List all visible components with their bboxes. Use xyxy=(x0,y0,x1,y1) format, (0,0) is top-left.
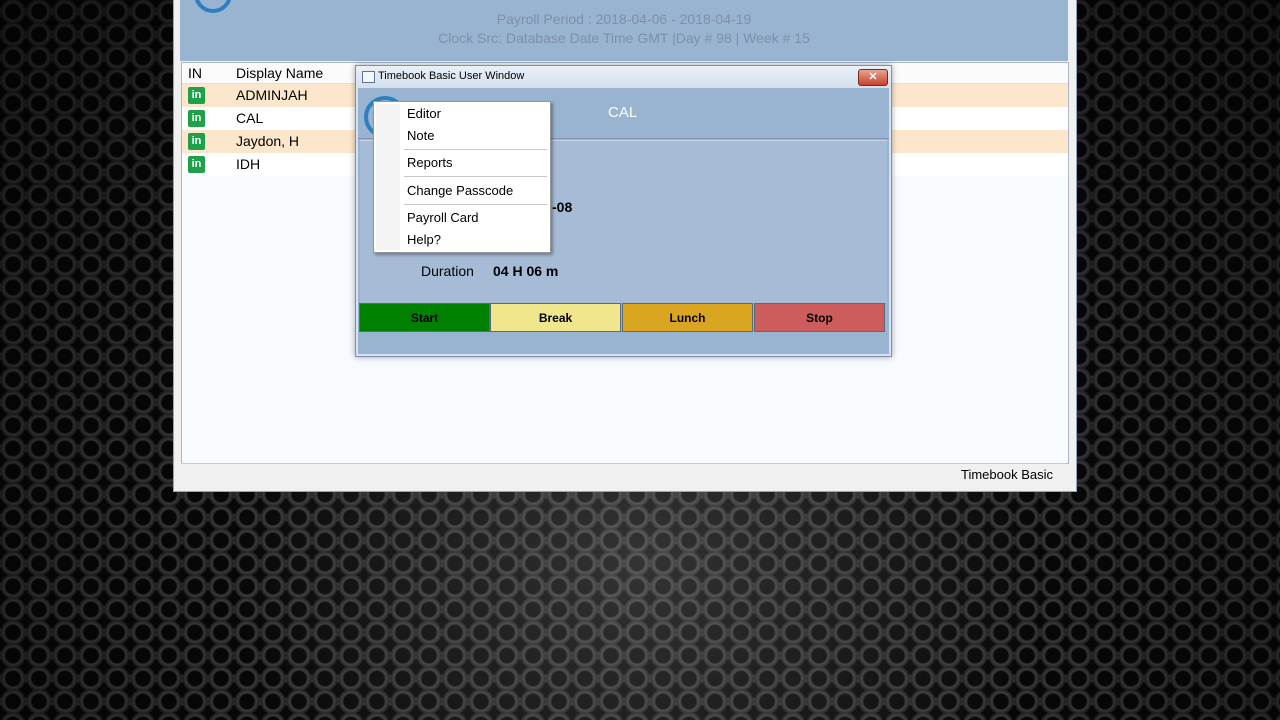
menu-item-change-passcode[interactable]: Change Passcode xyxy=(407,183,513,198)
in-status-icon: in xyxy=(188,133,205,150)
dialog-title: Timebook Basic User Window xyxy=(378,70,525,82)
menu-item-reports[interactable]: Reports xyxy=(407,155,453,170)
menu-separator xyxy=(404,204,547,205)
duration-label: Duration xyxy=(421,263,474,279)
dialog-titlebar[interactable]: Timebook Basic User Window ✕ xyxy=(356,66,891,88)
column-header-display-name[interactable]: Display Name xyxy=(236,65,323,81)
duration-value: 04 H 06 m xyxy=(493,263,559,279)
in-status-icon: in xyxy=(188,87,205,104)
menu-item-help[interactable]: Help? xyxy=(407,232,441,247)
start-button[interactable]: Start xyxy=(359,303,490,332)
row-display-name: ADMINJAH xyxy=(236,87,308,103)
status-bar: Timebook Basic xyxy=(181,463,1067,484)
menu-separator xyxy=(404,149,547,150)
close-button[interactable]: ✕ xyxy=(858,69,888,86)
stop-button[interactable]: Stop xyxy=(754,303,885,332)
context-menu: Editor Note Reports Change Passcode Payr… xyxy=(373,101,551,253)
lunch-button[interactable]: Lunch xyxy=(622,303,753,332)
row-display-name: CAL xyxy=(236,110,264,126)
main-header: Payroll Period : 2018-04-06 - 2018-04-19… xyxy=(180,0,1068,61)
clock-source-text: Clock Src: Database Date Time GMT |Day #… xyxy=(438,30,810,46)
break-button[interactable]: Break xyxy=(490,303,621,332)
menu-item-note[interactable]: Note xyxy=(407,128,434,143)
time-value-partial: -08 xyxy=(552,199,573,215)
payroll-period-text: Payroll Period : 2018-04-06 - 2018-04-19 xyxy=(496,11,752,27)
menu-separator xyxy=(404,176,547,177)
menu-item-editor[interactable]: Editor xyxy=(407,106,441,121)
in-status-icon: in xyxy=(188,156,205,173)
menu-item-payroll-card[interactable]: Payroll Card xyxy=(407,210,479,225)
row-display-name: IDH xyxy=(236,156,261,172)
column-header-in[interactable]: IN xyxy=(188,65,202,81)
window-icon xyxy=(362,71,375,83)
user-name: CAL xyxy=(608,104,638,121)
row-display-name: Jaydon, H xyxy=(236,133,300,149)
in-status-icon: in xyxy=(188,110,205,127)
menu-gutter xyxy=(376,104,400,250)
status-bar-app-name: Timebook Basic xyxy=(961,467,1053,482)
